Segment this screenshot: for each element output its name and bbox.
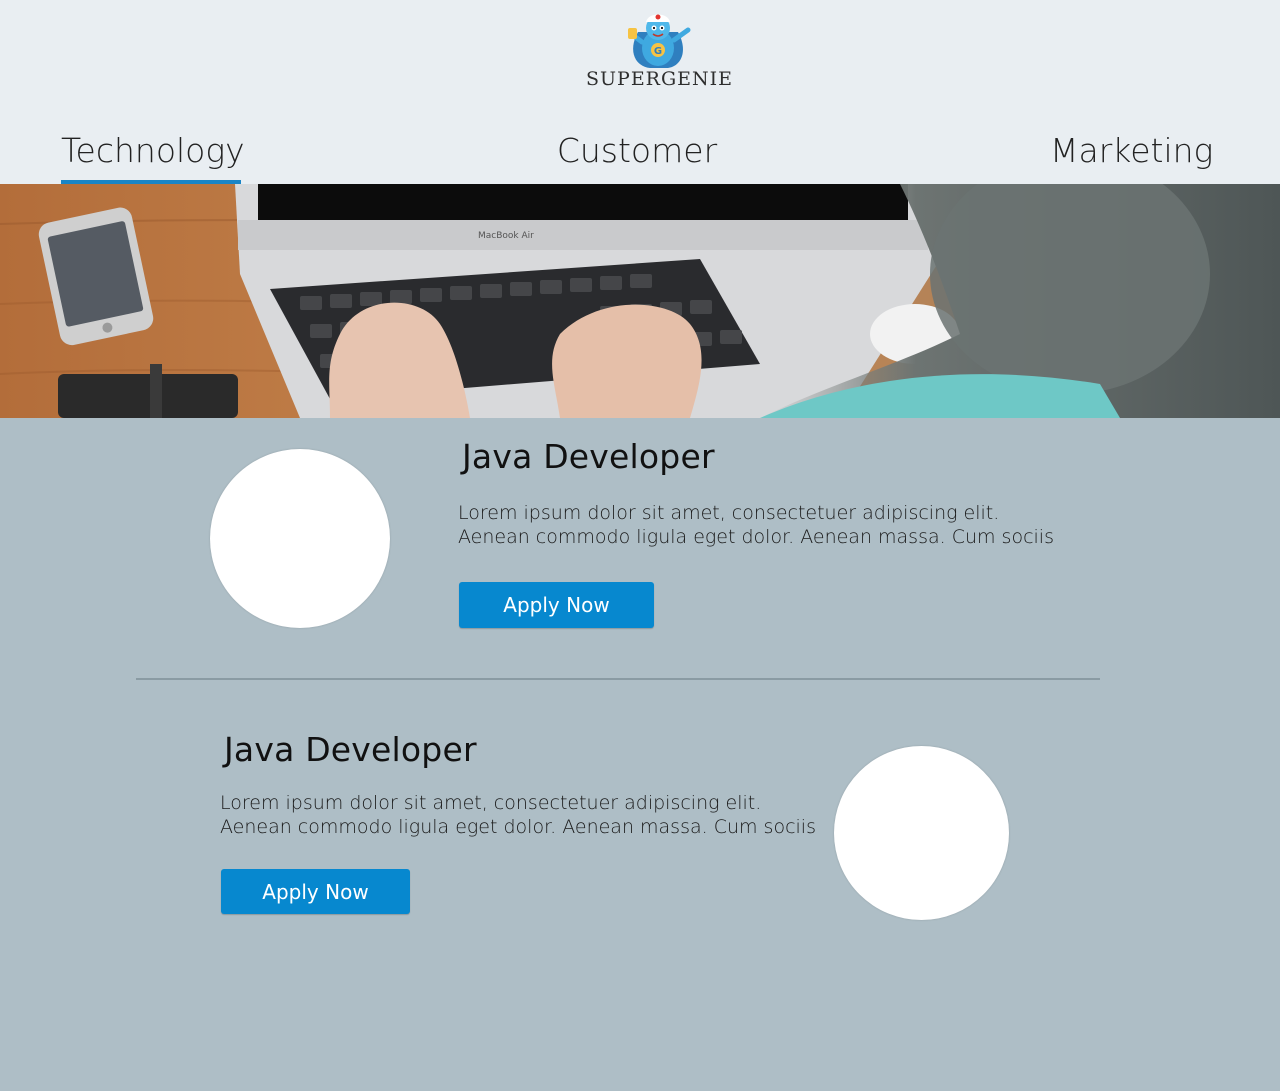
- job-avatar: [210, 449, 390, 628]
- job-description: Lorem ipsum dolor sit amet, consectetuer…: [458, 501, 1054, 549]
- svg-text:G: G: [654, 46, 662, 57]
- listing-divider: [136, 678, 1100, 680]
- job-avatar: [834, 746, 1009, 920]
- brand-name: SUPERGENIE: [586, 68, 734, 90]
- job-description: Lorem ipsum dolor sit amet, consectetuer…: [220, 791, 816, 839]
- job-title: Java Developer: [224, 730, 477, 769]
- brand-logo[interactable]: G SUPERGENIE: [586, 10, 734, 96]
- genie-mascot-icon: G: [628, 14, 691, 68]
- laptop-label: MacBook Air: [478, 231, 534, 241]
- job-description-line: Lorem ipsum dolor sit amet, consectetuer…: [220, 792, 762, 814]
- apply-now-button[interactable]: Apply Now: [459, 582, 654, 628]
- job-description-line: Aenean commodo ligula eget dolor. Aenean…: [458, 526, 1054, 548]
- laptop-typing-photo: MacBook Air: [0, 184, 1280, 418]
- tab-technology[interactable]: Technology: [61, 126, 245, 184]
- job-description-line: Aenean commodo ligula eget dolor. Aenean…: [220, 816, 816, 838]
- hero-banner: MacBook Air: [0, 184, 1280, 418]
- job-description-line: Lorem ipsum dolor sit amet, consectetuer…: [458, 502, 1000, 524]
- tab-marketing[interactable]: Marketing: [1050, 126, 1213, 184]
- tab-customer-support[interactable]: Customer Support: [492, 126, 782, 220]
- job-title: Java Developer: [462, 437, 715, 476]
- apply-now-button[interactable]: Apply Now: [221, 869, 410, 914]
- site-header: G SUPERGENIE Technology Customer Support…: [0, 0, 1280, 220]
